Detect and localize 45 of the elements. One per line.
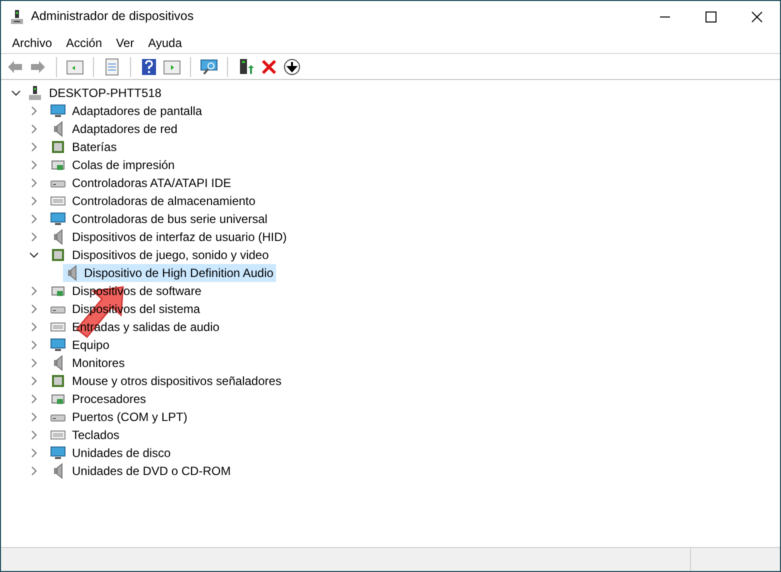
- tree-item[interactable]: Colas de impresión: [70, 156, 177, 174]
- menu-item[interactable]: Ver: [116, 34, 134, 52]
- chip-icon: [50, 139, 66, 155]
- close-icon[interactable]: [751, 10, 763, 22]
- tree-item[interactable]: Monitores: [70, 354, 127, 372]
- tree-item[interactable]: Controladoras de almacenamiento: [70, 192, 258, 210]
- menu-item[interactable]: Acción: [66, 34, 102, 52]
- tree-item[interactable]: DESKTOP-PHTT518: [49, 84, 162, 102]
- tree-item[interactable]: Unidades de DVD o CD-ROM: [70, 462, 233, 480]
- chevron-down-icon[interactable]: [11, 88, 21, 98]
- monitor-icon: [50, 103, 66, 119]
- update-driver-icon[interactable]: [237, 58, 255, 76]
- tree-item[interactable]: Controladoras ATA/ATAPI IDE: [70, 174, 234, 192]
- tree-item[interactable]: Dispositivo de High Definition Audio: [63, 264, 276, 282]
- panel-icon[interactable]: [66, 58, 84, 76]
- tree-item[interactable]: Adaptadores de pantalla: [70, 102, 204, 120]
- tree-item[interactable]: Baterías: [70, 138, 119, 156]
- maximize-icon[interactable]: [705, 10, 717, 22]
- window-title: Administrador de dispositivos: [31, 8, 194, 26]
- monitor-icon: [50, 445, 66, 461]
- monitor-icon: [50, 211, 66, 227]
- help-icon[interactable]: [140, 58, 158, 76]
- tree-item[interactable]: Mouse y otros dispositivos señaladores: [70, 372, 284, 390]
- download-icon[interactable]: [283, 58, 301, 76]
- properties-icon[interactable]: [103, 58, 121, 76]
- tree-item[interactable]: Teclados: [70, 426, 122, 444]
- tree-item[interactable]: Adaptadores de red: [70, 120, 180, 138]
- tree-item[interactable]: Equipo: [70, 336, 112, 354]
- computer-icon: [27, 85, 43, 101]
- monitor-icon: [50, 337, 66, 353]
- tree-item[interactable]: Unidades de disco: [70, 444, 173, 462]
- scan-monitor-icon[interactable]: [200, 58, 218, 76]
- tree-item[interactable]: Dispositivos de interfaz de usuario (HID): [70, 228, 289, 246]
- chip-icon: [50, 247, 66, 263]
- tree-item[interactable]: Procesadores: [70, 390, 148, 408]
- panel-icon[interactable]: [163, 58, 181, 76]
- menu-item[interactable]: Ayuda: [148, 34, 182, 52]
- tree-item[interactable]: Dispositivos de juego, sonido y video: [70, 246, 271, 264]
- chip-icon: [50, 373, 66, 389]
- delete-icon[interactable]: [260, 58, 278, 76]
- tree-item[interactable]: Controladoras de bus serie universal: [70, 210, 270, 228]
- menu-item[interactable]: Archivo: [12, 34, 52, 52]
- computer-icon: [9, 8, 25, 24]
- tree-item[interactable]: Puertos (COM y LPT): [70, 408, 190, 426]
- chevron-down-icon[interactable]: [29, 250, 39, 260]
